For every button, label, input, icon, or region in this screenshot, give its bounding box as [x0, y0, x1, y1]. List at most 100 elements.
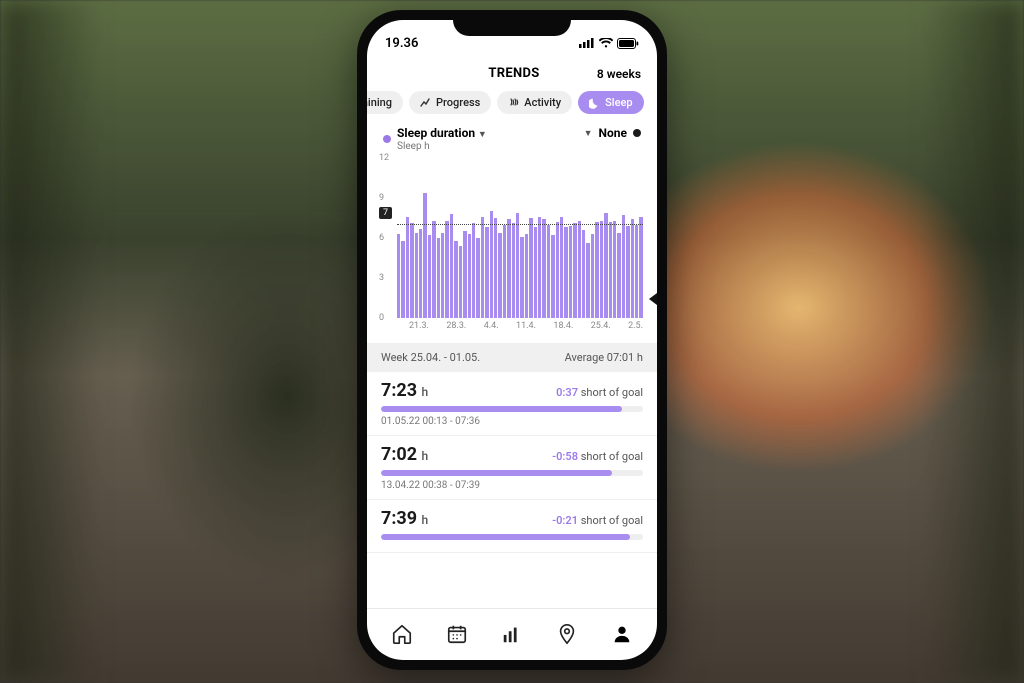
chart-bar[interactable] — [534, 227, 537, 318]
chart-bar[interactable] — [617, 233, 620, 318]
tab-activity[interactable]: Activity — [497, 91, 572, 114]
chart-bar[interactable] — [445, 221, 448, 318]
chart-x-tick: 4.4. — [484, 321, 499, 331]
status-time: 19.36 — [385, 36, 418, 51]
chart-bar[interactable] — [520, 237, 523, 318]
tab-training[interactable]: aining — [367, 91, 403, 114]
chart-bar[interactable] — [476, 238, 479, 318]
status-indicators — [579, 38, 639, 49]
entry-progress-bar — [381, 406, 643, 412]
chart-bar[interactable] — [498, 233, 501, 318]
chart-bar[interactable] — [613, 221, 616, 318]
chart-bar[interactable] — [459, 246, 462, 318]
chart-bar[interactable] — [437, 238, 440, 318]
chart-bar[interactable] — [401, 241, 404, 318]
chart-bar[interactable] — [406, 217, 409, 318]
chart-bar[interactable] — [507, 219, 510, 318]
chart-bar[interactable] — [551, 235, 554, 318]
entry-duration: 7:23 h — [381, 380, 428, 401]
tab-label: aining — [367, 96, 392, 109]
chart-bar[interactable] — [428, 235, 431, 318]
chart-bar[interactable] — [415, 233, 418, 318]
nav-home[interactable] — [390, 622, 414, 646]
nav-trends[interactable] — [500, 622, 524, 646]
sleep-bar-chart[interactable]: 0369127 — [379, 158, 647, 318]
chart-bar[interactable] — [600, 221, 603, 318]
chart-y-tick: 9 — [379, 193, 384, 203]
summary-average: Average 07:01 h — [565, 351, 643, 364]
chart-bar[interactable] — [419, 229, 422, 318]
chart-bar[interactable] — [622, 215, 625, 318]
chart-bar[interactable] — [397, 234, 400, 318]
chart-bar[interactable] — [626, 226, 629, 318]
chart-bar[interactable] — [423, 193, 426, 318]
nav-map[interactable] — [555, 622, 579, 646]
chart-target-line — [397, 224, 643, 225]
chart-bar[interactable] — [503, 225, 506, 318]
bottom-nav — [367, 608, 657, 660]
sleep-entry[interactable]: 7:23 h 0:37 short of goal 01.05.22 00:13 -… — [367, 372, 657, 436]
chart-bar[interactable] — [450, 214, 453, 318]
primary-metric[interactable]: Sleep duration ▼ Sleep h — [383, 126, 487, 152]
chart-bar[interactable] — [582, 230, 585, 318]
chart-bar[interactable] — [472, 223, 475, 318]
primary-metric-sub: Sleep h — [397, 141, 487, 152]
entry-progress-bar — [381, 534, 643, 540]
sleep-entry[interactable]: 7:02 h-0:58 short of goal13.04.22 00:38 … — [367, 436, 657, 500]
tab-bar: aining Progress Activity Sleep — [367, 91, 657, 124]
entry-short-of-goal: 0:37 short of goal — [556, 386, 643, 399]
secondary-metric-label: None — [599, 126, 627, 140]
chart-bar[interactable] — [463, 231, 466, 318]
chart-bar[interactable] — [432, 221, 435, 318]
chart-bar[interactable] — [573, 223, 576, 318]
chart-scroll-right-icon[interactable] — [649, 293, 657, 305]
chart-target-badge: 7 — [379, 207, 392, 219]
chart-bar[interactable] — [468, 234, 471, 318]
chart-bar[interactable] — [481, 217, 484, 318]
chart-bar[interactable] — [631, 219, 634, 318]
secondary-metric[interactable]: ▼ None — [584, 126, 641, 140]
summary-week: Week 25.04. - 01.05. — [381, 351, 480, 364]
chart-bar[interactable] — [609, 222, 612, 318]
chart-y-tick: 0 — [379, 313, 384, 323]
chart-bar[interactable] — [569, 226, 572, 318]
tab-progress[interactable]: Progress — [409, 91, 491, 114]
chart-bar[interactable] — [485, 227, 488, 318]
chart-y-tick: 3 — [379, 273, 384, 283]
chart-bar[interactable] — [560, 217, 563, 318]
chart-bar[interactable] — [441, 233, 444, 318]
chart-bar[interactable] — [410, 223, 413, 318]
entry-timestamp: 01.05.22 00:13 - 07:36 — [381, 416, 643, 427]
chart-bar[interactable] — [586, 243, 589, 318]
chart-bar[interactable] — [591, 234, 594, 318]
progress-icon — [420, 97, 432, 109]
chart-bar[interactable] — [639, 217, 642, 318]
chart-bar[interactable] — [494, 218, 497, 318]
tab-label: Activity — [524, 96, 561, 109]
tab-sleep[interactable]: Sleep — [578, 91, 643, 114]
chart-bar[interactable] — [525, 234, 528, 318]
chart-bar[interactable] — [635, 225, 638, 318]
range-selector[interactable]: 8 weeks — [597, 67, 641, 81]
chart-bar[interactable] — [604, 213, 607, 318]
chevron-down-icon: ▼ — [584, 128, 593, 139]
chart-bar[interactable] — [547, 225, 550, 318]
chart-bar[interactable] — [516, 213, 519, 318]
chart-bar[interactable] — [556, 222, 559, 318]
chart-bar[interactable] — [454, 241, 457, 318]
secondary-dot-icon — [633, 129, 641, 137]
chart-bar[interactable] — [578, 221, 581, 318]
entries-list[interactable]: 7:23 h 0:37 short of goal 01.05.22 00:13 -… — [367, 372, 657, 608]
chart-bar[interactable] — [529, 218, 532, 318]
nav-calendar[interactable] — [445, 622, 469, 646]
chart-bar[interactable] — [490, 211, 493, 318]
chart-bar[interactable] — [595, 222, 598, 318]
sleep-entry[interactable]: 7:39 h-0:21 short of goal — [367, 500, 657, 553]
chart-bar[interactable] — [542, 219, 545, 318]
entry-short-of-goal: -0:21 short of goal — [552, 514, 643, 527]
chart-bar[interactable] — [538, 217, 541, 318]
chart-bar[interactable] — [512, 223, 515, 318]
chart-bar[interactable] — [564, 227, 567, 318]
nav-profile[interactable] — [610, 622, 634, 646]
entry-timestamp: 13.04.22 00:38 - 07:39 — [381, 480, 643, 491]
